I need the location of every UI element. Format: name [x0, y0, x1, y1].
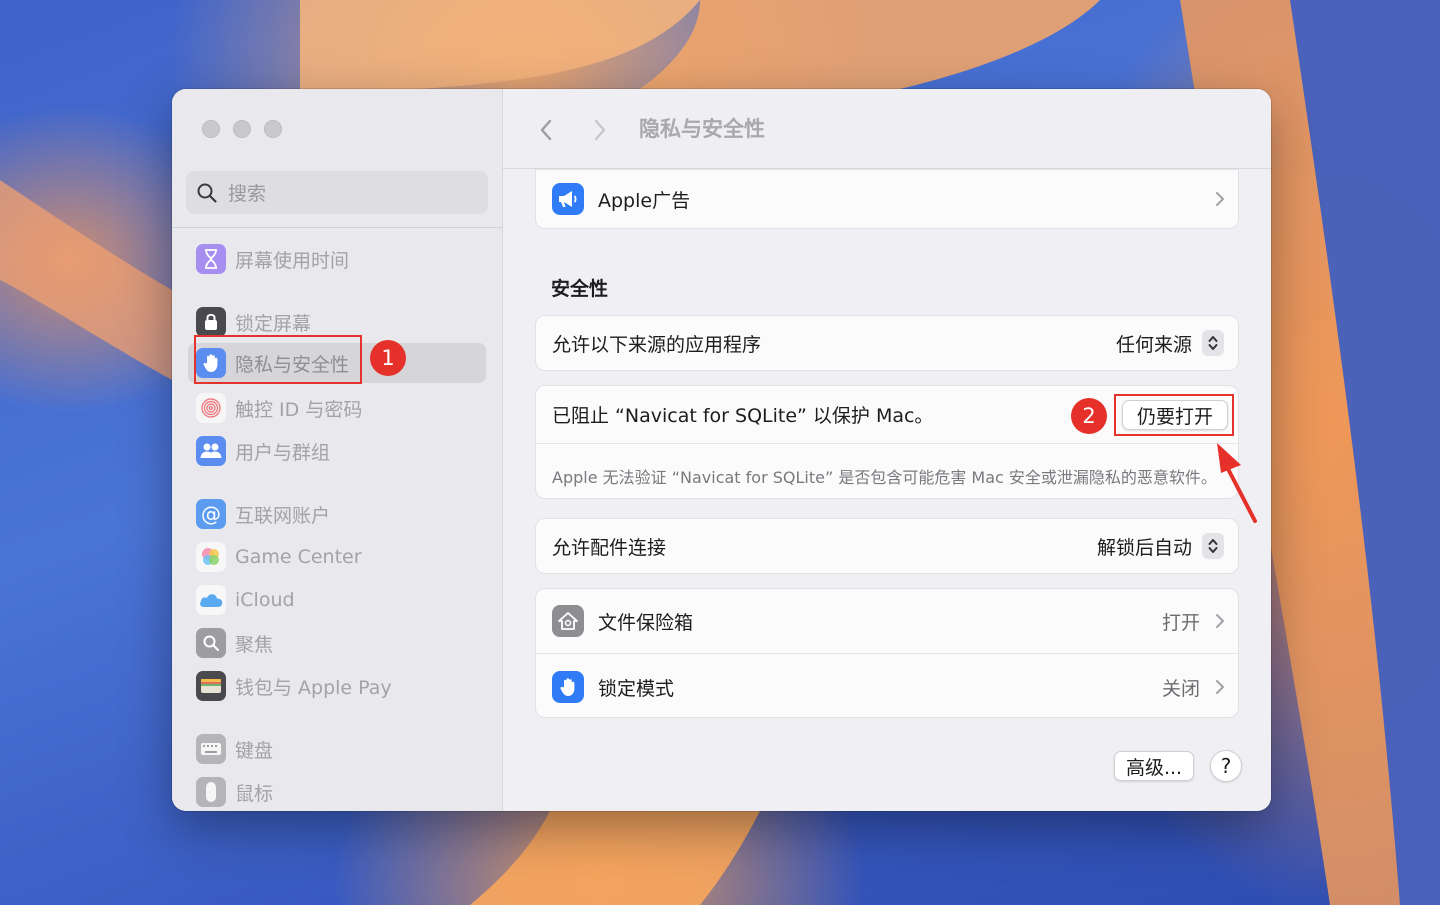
back-button[interactable]	[531, 115, 561, 145]
sidebar-item-privacy-security[interactable]: 隐私与安全性	[188, 343, 486, 383]
chevron-right-icon	[1216, 614, 1224, 628]
minimize-window-button[interactable]	[233, 120, 251, 138]
chevron-right-icon	[1216, 192, 1224, 206]
sidebar-item-wallet[interactable]: 钱包与 Apple Pay	[188, 666, 486, 706]
blocked-app-message: 已阻止 “Navicat for SQLite” 以保护 Mac。	[552, 405, 934, 427]
filevault-value: 打开	[1161, 611, 1200, 634]
sidebar-item-label: 屏幕使用时间	[235, 249, 350, 272]
hand-icon	[196, 348, 226, 378]
magnifier-icon	[196, 628, 226, 658]
sidebar-item-label: 键盘	[235, 739, 274, 762]
house-icon	[552, 605, 584, 637]
filevault-lockdown-card: 文件保险箱 打开 锁定模式 关闭	[535, 588, 1240, 719]
forward-button[interactable]	[585, 115, 615, 145]
filevault-label: 文件保险箱	[598, 611, 694, 634]
sidebar-item-label: 互联网账户	[235, 504, 331, 527]
lockdown-label: 锁定模式	[598, 677, 675, 700]
lock-icon	[196, 307, 226, 337]
allow-apps-value[interactable]: 任何来源	[1116, 330, 1192, 357]
sidebar-divider	[172, 227, 503, 228]
chevron-right-icon	[594, 119, 606, 141]
filevault-row[interactable]: 文件保险箱 打开	[536, 589, 1240, 654]
cloud-icon	[196, 585, 226, 615]
sidebar-item-label: 触控 ID 与密码	[235, 398, 363, 421]
users-icon	[196, 436, 226, 466]
page-title: 隐私与安全性	[639, 117, 765, 141]
sidebar-item-label: 鼠标	[235, 782, 274, 805]
wallet-icon	[196, 671, 226, 701]
search-placeholder: 搜索	[228, 183, 267, 205]
step-badge-2: 2	[1071, 398, 1107, 434]
keyboard-icon	[196, 734, 226, 764]
lockdown-row[interactable]: 锁定模式 关闭	[536, 655, 1240, 719]
security-section-title: 安全性	[551, 278, 609, 300]
sidebar-item-label: iCloud	[235, 589, 295, 611]
main-pane: 隐私与安全性 Apple广告 安全性 允许以下来源的应用程序 任何来源 已阻止 …	[503, 89, 1271, 811]
sidebar-item-screen-time[interactable]: 屏幕使用时间	[188, 239, 486, 279]
settings-window: 搜索 屏幕使用时间 锁定屏幕 隐私与安全性 触控 ID 与密码 用户与群组 @ …	[172, 89, 1271, 811]
allow-apps-popup[interactable]	[1202, 330, 1224, 356]
megaphone-icon	[552, 183, 584, 215]
sidebar-item-internet-accounts[interactable]: @ 互联网账户	[188, 494, 486, 534]
advanced-button[interactable]: 高级...	[1114, 751, 1194, 781]
accessories-row: 允许配件连接 解锁后自动	[536, 519, 1240, 573]
help-button[interactable]: ?	[1210, 750, 1242, 782]
sidebar-item-label: 锁定屏幕	[235, 312, 312, 335]
accessories-card: 允许配件连接 解锁后自动	[535, 518, 1239, 574]
search-field[interactable]: 搜索	[186, 171, 488, 214]
sidebar-item-lock-screen[interactable]: 锁定屏幕	[188, 302, 486, 342]
zoom-window-button[interactable]	[264, 120, 282, 138]
sidebar-item-game-center[interactable]: Game Center	[188, 537, 486, 577]
allow-apps-card: 允许以下来源的应用程序 任何来源	[535, 315, 1239, 371]
at-icon: @	[196, 499, 226, 529]
blocked-app-detail: Apple 无法验证 “Navicat for SQLite” 是否包含可能危害…	[552, 468, 1217, 487]
sidebar-item-label: 聚焦	[235, 633, 274, 656]
apple-ads-card: Apple广告	[535, 169, 1239, 229]
apple-ads-row[interactable]: Apple广告	[536, 170, 1240, 228]
mouse-icon	[196, 777, 226, 807]
search-icon	[197, 183, 217, 203]
fingerprint-icon	[196, 393, 226, 423]
allow-apps-row: 允许以下来源的应用程序 任何来源	[536, 316, 1240, 370]
sidebar-item-label: 用户与群组	[235, 441, 331, 464]
sidebar-item-label: Game Center	[235, 546, 362, 568]
sidebar: 搜索 屏幕使用时间 锁定屏幕 隐私与安全性 触控 ID 与密码 用户与群组 @ …	[172, 89, 503, 811]
chevron-left-icon	[540, 119, 552, 141]
apple-ads-label: Apple广告	[598, 189, 691, 212]
chevron-updown-icon	[1208, 539, 1218, 553]
sidebar-item-icloud[interactable]: iCloud	[188, 580, 486, 620]
accessories-popup[interactable]	[1202, 533, 1224, 559]
open-anyway-button[interactable]: 仍要打开	[1122, 400, 1228, 430]
accessories-label: 允许配件连接	[552, 536, 667, 559]
step-badge-1: 1	[370, 340, 406, 376]
close-window-button[interactable]	[202, 120, 220, 138]
allow-apps-label: 允许以下来源的应用程序	[552, 333, 762, 356]
sidebar-item-label: 钱包与 Apple Pay	[235, 676, 392, 699]
sidebar-item-touch-id[interactable]: 触控 ID 与密码	[188, 388, 486, 428]
game-center-icon	[196, 542, 226, 572]
sidebar-item-label: 隐私与安全性	[235, 353, 350, 376]
chevron-right-icon	[1216, 680, 1224, 694]
arrow-annotation	[1217, 443, 1257, 523]
chevron-updown-icon	[1208, 336, 1218, 350]
sidebar-item-keyboard[interactable]: 键盘	[188, 729, 486, 769]
sidebar-item-mouse[interactable]: 鼠标	[188, 772, 486, 811]
accessories-value[interactable]: 解锁后自动	[1097, 533, 1192, 560]
sidebar-item-users-groups[interactable]: 用户与群组	[188, 431, 486, 471]
sidebar-item-spotlight[interactable]: 聚焦	[188, 623, 486, 663]
hourglass-icon	[196, 244, 226, 274]
hand-icon	[552, 671, 584, 703]
title-bar: 隐私与安全性	[503, 89, 1271, 169]
lockdown-value: 关闭	[1161, 677, 1200, 700]
